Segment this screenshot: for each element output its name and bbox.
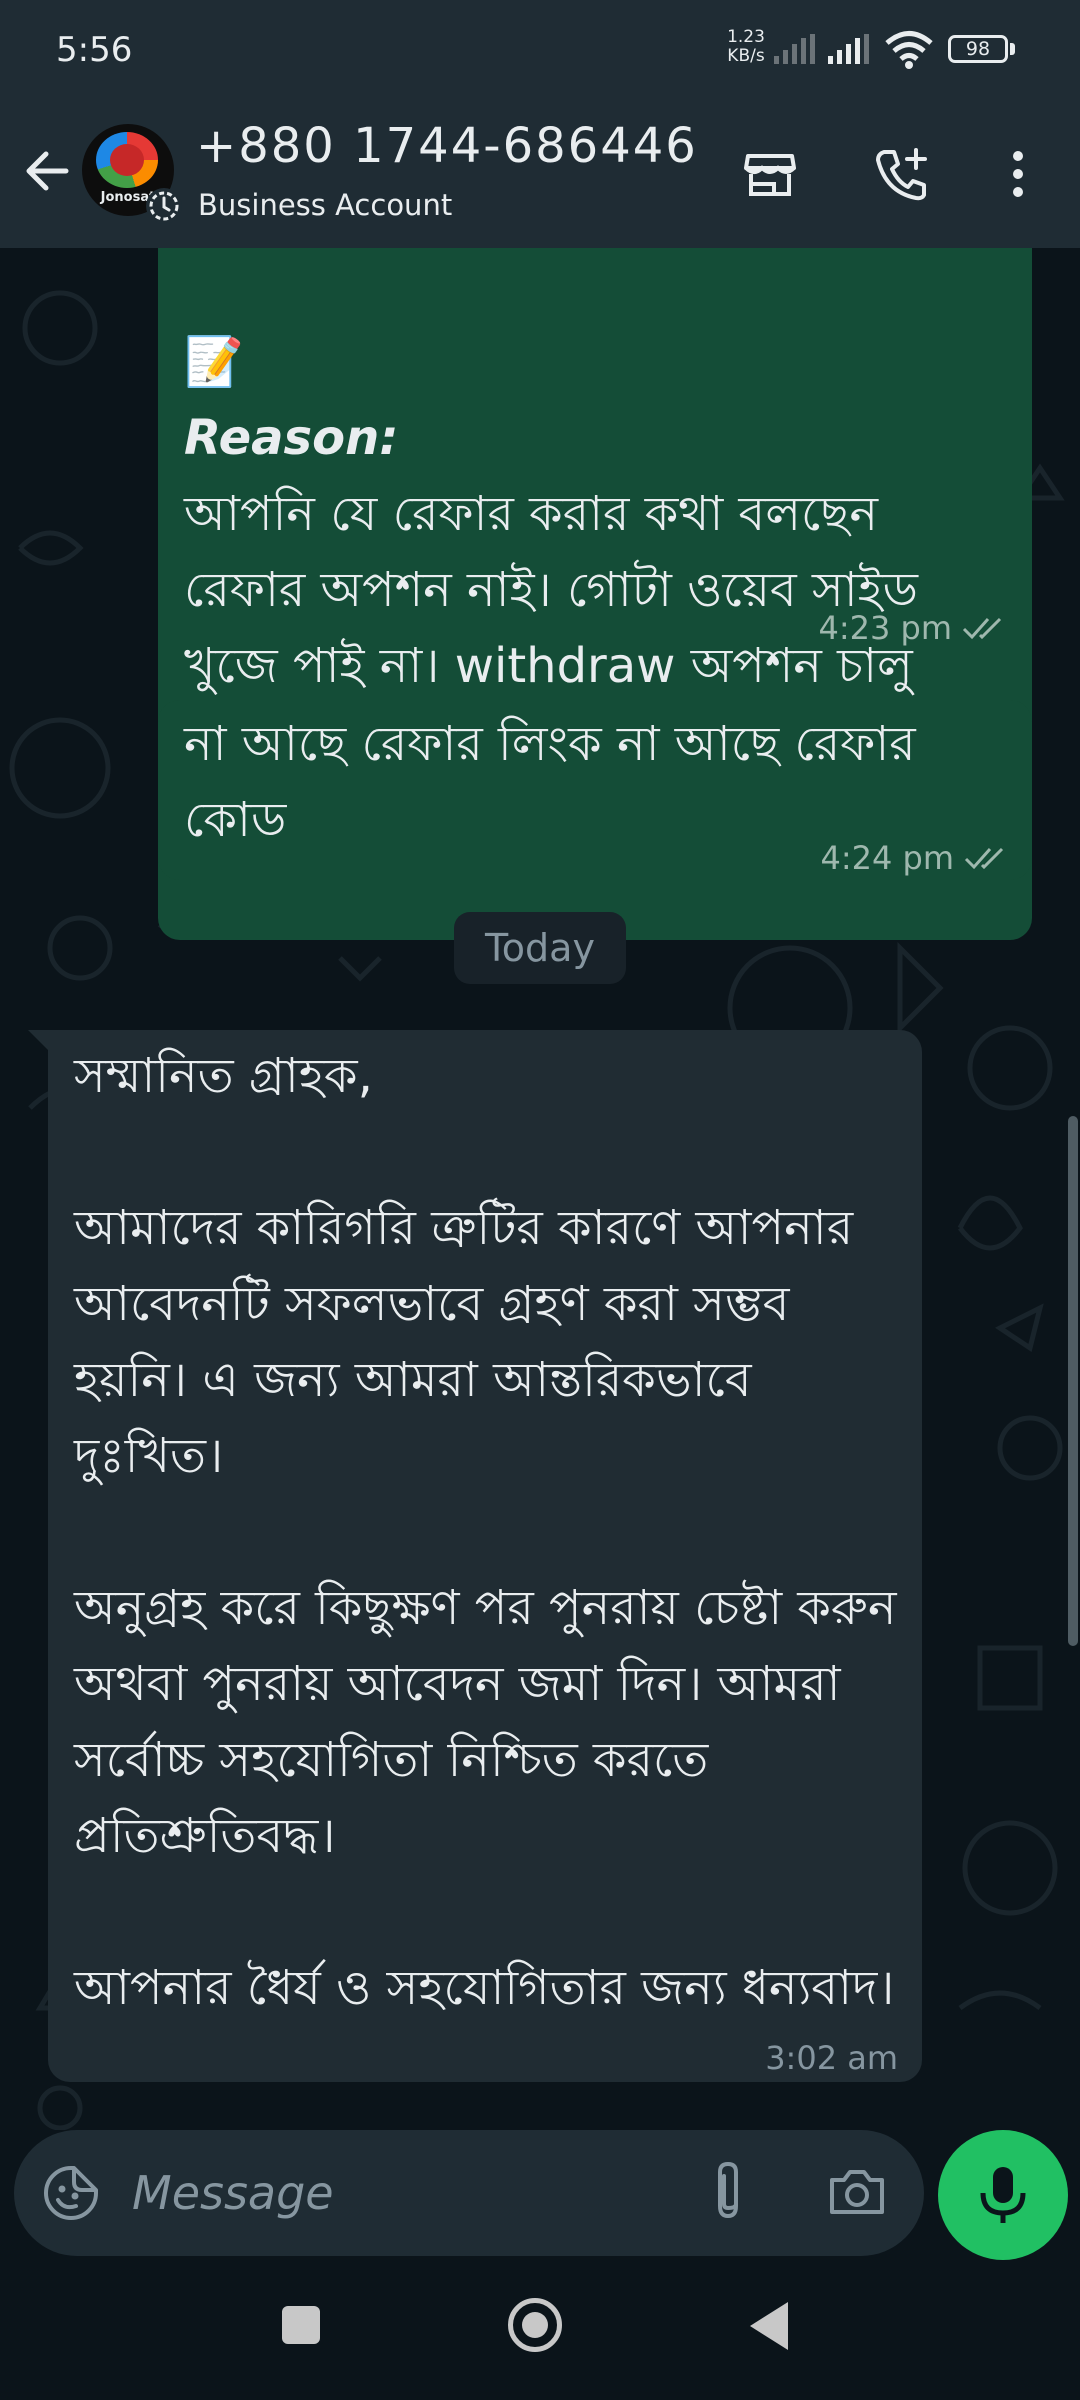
message-meta: 3:02 am [765,2020,898,2096]
arrow-left-icon[interactable] [16,140,78,202]
home-button[interactable] [508,2298,562,2352]
paperclip-icon[interactable] [706,2160,754,2224]
outgoing-message-bubble[interactable]: না আছে রেফার লিংক না আছে রেফার কোড 4:24 … [158,700,1032,880]
recent-apps-button[interactable] [282,2306,320,2344]
add-call-icon[interactable] [872,144,932,204]
chat-header: Jonosat +880 1744-686446 Business Accoun… [0,100,1080,248]
whatsapp-chat-screen: 5:56 1.23 KB/s 98 Jonosat +880 1744-6864… [0,0,1080,2400]
message-meta: 4:23 pm [818,590,1008,666]
message-time: 4:24 pm [820,839,954,877]
message-time: 4:23 pm [818,609,952,647]
mic-button[interactable] [938,2130,1068,2260]
contact-name[interactable]: +880 1744-686446 [196,118,698,174]
status-bar: 5:56 1.23 KB/s 98 [0,0,1080,100]
back-button[interactable] [750,2302,788,2350]
business-badge-icon [146,188,182,224]
reason-label: Reason: [184,410,399,466]
contact-subtitle[interactable]: Business Account [198,188,452,222]
memo-icon: 📝 [184,334,244,390]
battery-tip [1010,43,1015,55]
message-input[interactable] [132,2156,692,2230]
net-speed: 1.23 KB/s [716,28,776,66]
scrollbar[interactable] [1068,1116,1078,1646]
message-box [14,2130,924,2256]
storefront-icon[interactable] [740,144,800,204]
net-speed-value: 1.23 [727,27,765,47]
more-vert-icon[interactable] [990,144,1046,204]
mic-icon [980,2167,1026,2223]
composer-bar [0,2130,1080,2266]
camera-icon[interactable] [826,2162,888,2222]
sticker-emoji-icon[interactable] [40,2162,102,2224]
date-divider: Today [454,912,626,984]
battery-indicator: 98 [948,35,1008,63]
signal-icon [828,34,869,64]
status-time: 5:56 [56,30,133,70]
message-time: 3:02 am [765,2039,898,2077]
bubble-tail [28,1030,50,1052]
net-speed-unit: KB/s [727,46,765,66]
logo-icon [96,132,158,188]
wifi-icon [885,31,933,69]
message-text: সম্মানিত গ্রাহক, আমাদের কারিগরি ত্রুটির … [74,1048,897,2016]
double-check-icon [964,847,1004,870]
message-list[interactable]: 📝 Reason: আপনি যে রেফার করার কথা বলছেন র… [0,248,1080,2130]
incoming-message-bubble[interactable]: সম্মানিত গ্রাহক, আমাদের কারিগরি ত্রুটির … [48,1030,922,2082]
signal-icon [774,34,815,64]
double-check-icon [962,617,1002,640]
message-meta: 4:24 pm [820,820,1010,896]
system-nav-bar [0,2266,1080,2400]
